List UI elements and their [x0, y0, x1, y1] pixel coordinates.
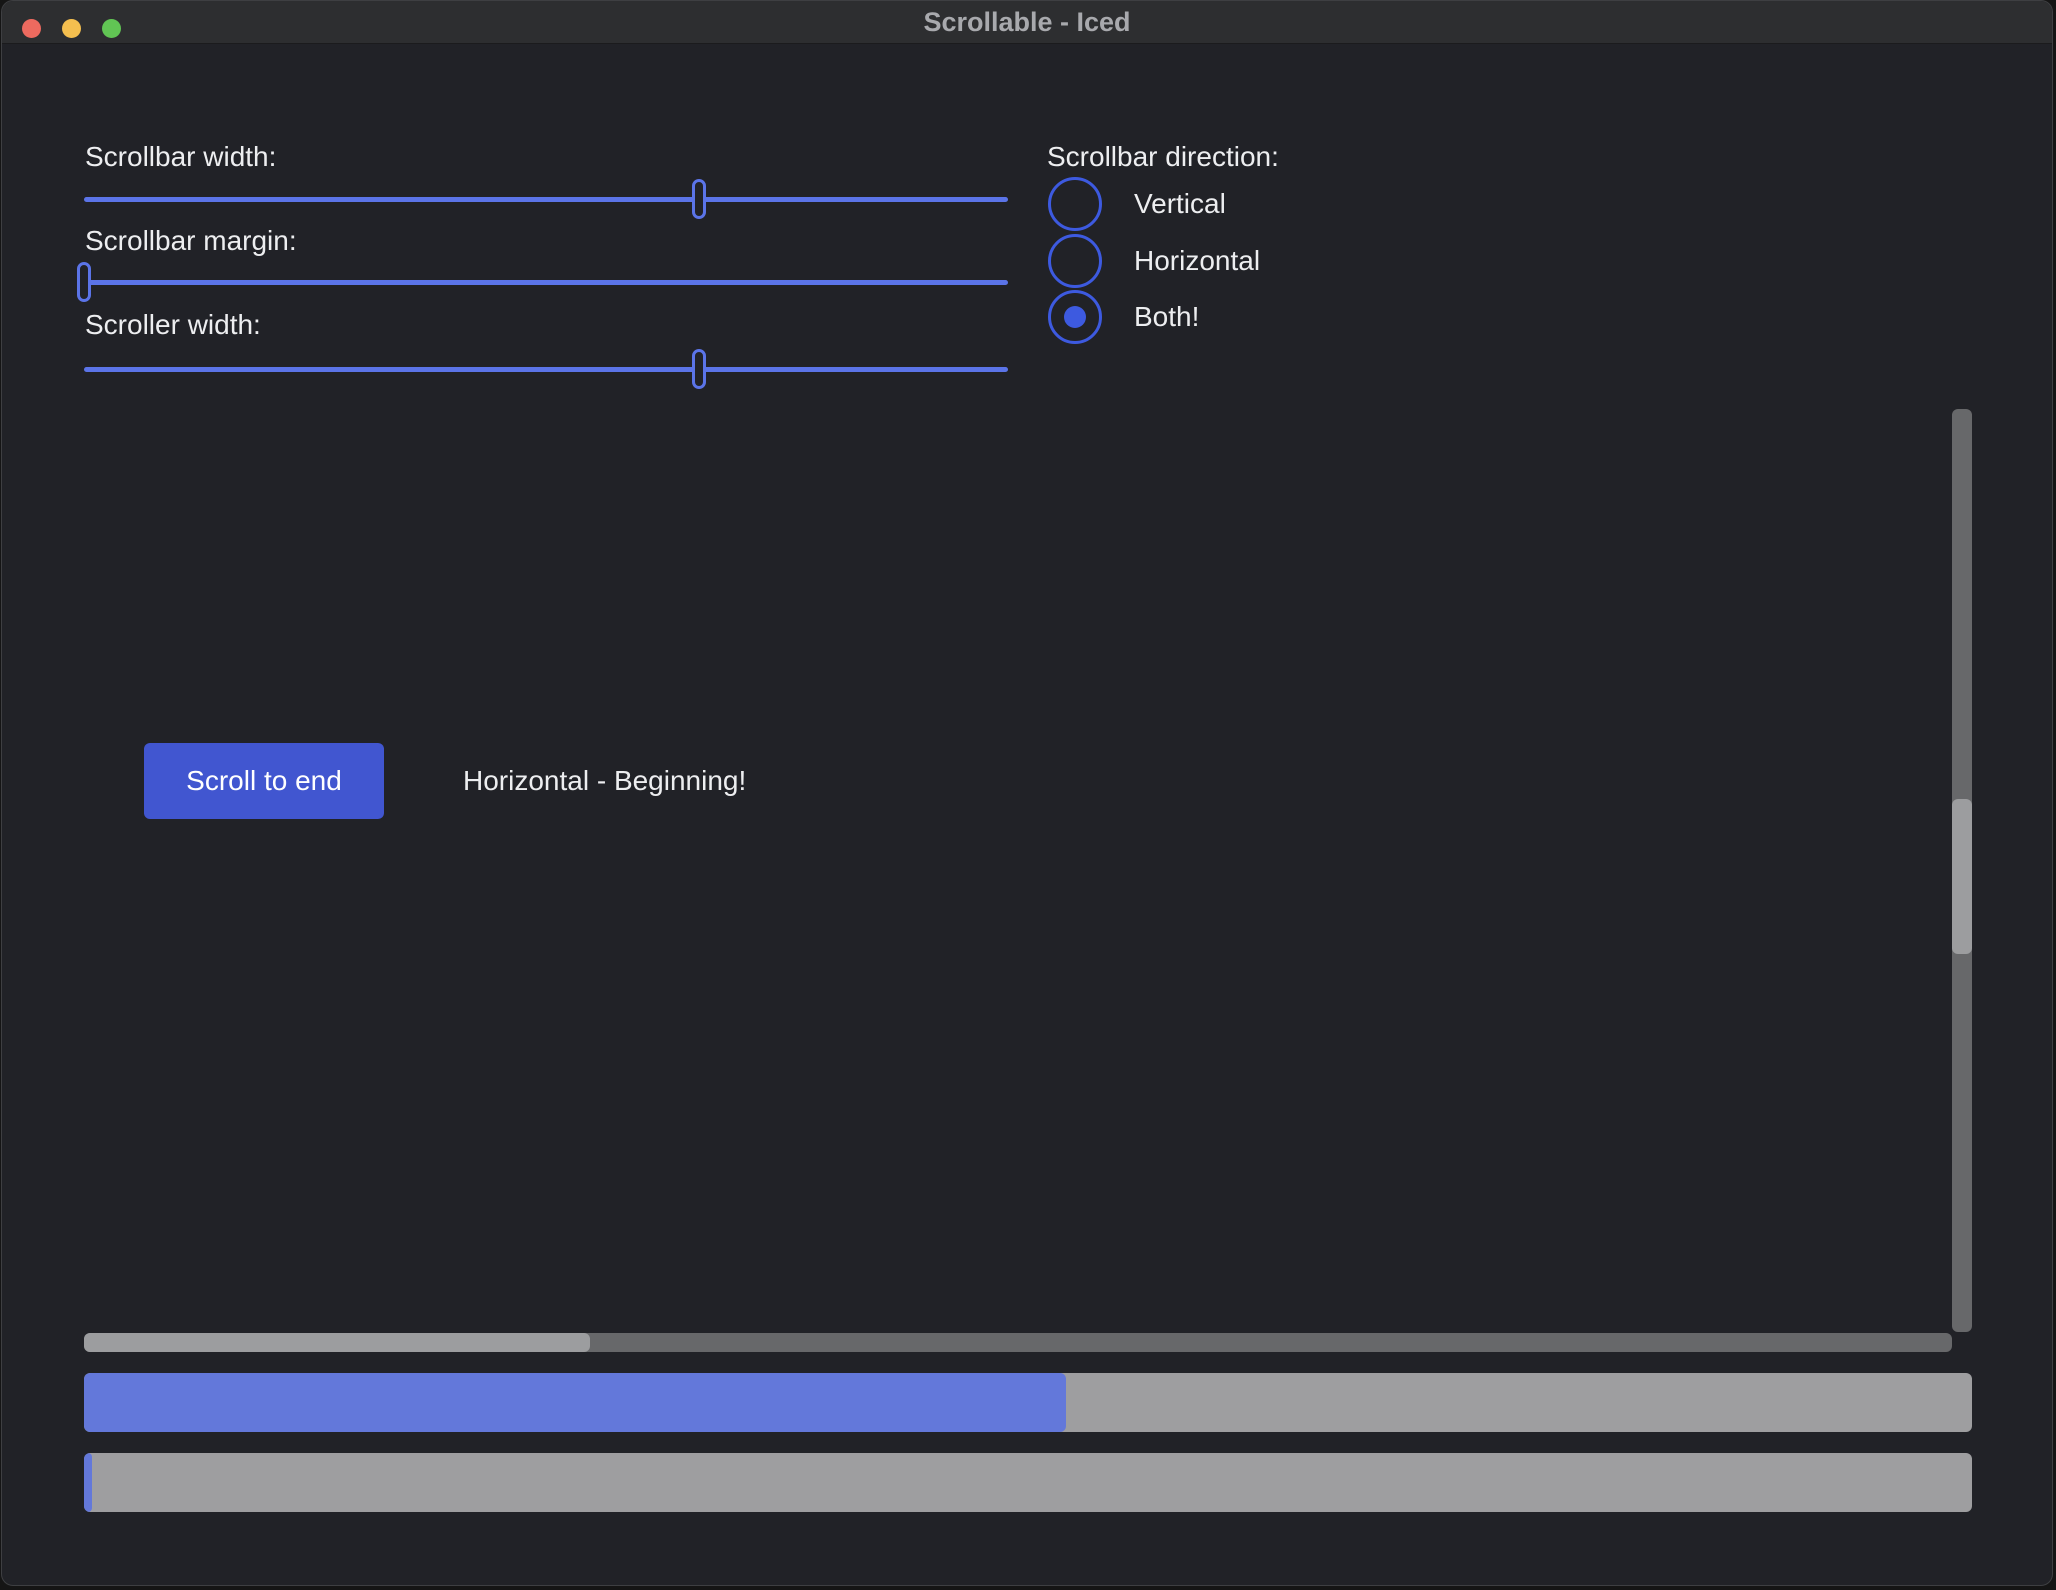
radio-circle-icon[interactable] [1048, 234, 1102, 288]
scrollbar-direction-label: Scrollbar direction: [1047, 139, 1279, 175]
vertical-progress-bar [84, 1373, 1972, 1432]
radio-circle-icon[interactable] [1048, 177, 1102, 231]
scrollbar-margin-label: Scrollbar margin: [85, 223, 297, 259]
scroll-to-end-button[interactable]: Scroll to end [144, 743, 384, 819]
progress-fill [84, 1373, 1066, 1432]
slider-track[interactable] [84, 280, 1008, 285]
scrollbar-width-slider[interactable] [84, 179, 1008, 219]
vertical-scrollbar[interactable] [1952, 409, 1972, 1332]
slider-handle[interactable] [77, 262, 91, 302]
titlebar: Scrollable - Iced [2, 1, 2052, 44]
app-window: Scrollable - Iced Scrollbar width: Scrol… [1, 0, 2053, 1586]
slider-track[interactable] [84, 367, 1008, 372]
radio-option-label[interactable]: Vertical [1134, 186, 1226, 222]
radio-option-label[interactable]: Both! [1134, 299, 1199, 335]
slider-handle[interactable] [692, 349, 706, 389]
scroller-width-slider[interactable] [84, 349, 1008, 389]
progress-fill [84, 1453, 92, 1512]
scroller-width-label: Scroller width: [85, 307, 261, 343]
radio-circle-icon[interactable] [1048, 290, 1102, 344]
slider-handle[interactable] [692, 179, 706, 219]
horizontal-progress-bar [84, 1453, 1972, 1512]
scrollbar-width-label: Scrollbar width: [85, 139, 276, 175]
scrollbar-margin-slider[interactable] [84, 262, 1008, 302]
horizontal-scrollbar[interactable] [84, 1333, 1952, 1352]
radio-option-label[interactable]: Horizontal [1134, 243, 1260, 279]
radio-dot-icon [1064, 306, 1086, 328]
vertical-scrollbar-thumb[interactable] [1952, 799, 1972, 954]
horizontal-scrollbar-thumb[interactable] [84, 1333, 590, 1352]
window-title: Scrollable - Iced [2, 1, 2052, 43]
scroll-status-text: Horizontal - Beginning! [463, 763, 746, 799]
slider-track[interactable] [84, 197, 1008, 202]
